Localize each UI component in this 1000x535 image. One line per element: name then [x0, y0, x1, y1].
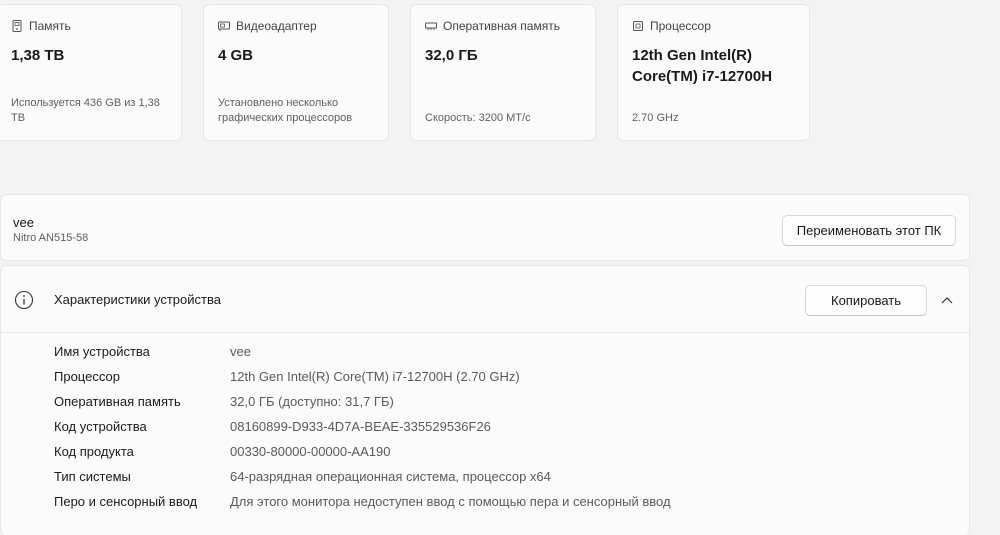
copy-button[interactable]: Копировать: [805, 285, 927, 316]
storage-card-subtext: Используется 436 GB из 1,38 TB: [11, 97, 160, 124]
spec-value: vee: [230, 344, 251, 359]
spec-key: Код устройства: [54, 419, 147, 434]
pc-name-panel: vee Nitro AN515-58 Переименовать этот ПК: [0, 194, 970, 261]
ram-card-label: Оперативная память: [443, 19, 560, 33]
spec-value: 32,0 ГБ (доступно: 31,7 ГБ): [230, 394, 394, 409]
device-specs-panel: Характеристики устройства Копировать Имя…: [0, 265, 970, 535]
cpu-card[interactable]: Процессор 12th Gen Intel(R) Core(TM) i7-…: [617, 4, 810, 141]
spec-key: Перо и сенсорный ввод: [54, 494, 198, 509]
storage-icon: [12, 20, 22, 32]
info-icon: [14, 290, 34, 310]
ram-icon: [425, 22, 437, 30]
ram-card-header: Оперативная память: [425, 19, 560, 33]
cpu-card-subtext: 2.70 GHz: [632, 112, 679, 124]
specs-title: Характеристики устройства: [54, 292, 221, 307]
spec-value: Для этого монитора недоступен ввод с пом…: [230, 494, 671, 509]
spec-key: Код продукта: [54, 444, 134, 459]
gpu-card[interactable]: Видеоадаптер 4 GB Установлено несколько …: [203, 4, 389, 141]
storage-card-header: Память: [11, 19, 71, 33]
cpu-icon: [633, 21, 643, 31]
spec-value: 00330-80000-00000-AA190: [230, 444, 391, 459]
spec-value: 12th Gen Intel(R) Core(TM) i7-12700H (2.…: [230, 369, 520, 384]
cpu-card-value: 12th Gen Intel(R) Core(TM) i7-12700H: [632, 47, 773, 85]
storage-card[interactable]: Память 1,38 TB Используется 436 GB из 1,…: [0, 4, 182, 141]
ram-card-value: 32,0 ГБ: [425, 47, 478, 64]
storage-card-value: 1,38 TB: [11, 47, 65, 64]
spec-key: Тип системы: [54, 469, 131, 484]
storage-card-label: Память: [29, 19, 71, 33]
specs-divider: [1, 332, 969, 333]
gpu-card-label: Видеоадаптер: [236, 19, 317, 33]
gpu-card-header: Видеоадаптер: [218, 19, 317, 33]
rename-pc-button[interactable]: Переименовать этот ПК: [782, 215, 956, 246]
spec-key: Оперативная память: [54, 394, 181, 409]
cpu-card-label: Процессор: [650, 19, 711, 33]
ram-card-subtext: Скорость: 3200 MT/с: [425, 112, 531, 124]
spec-key: Имя устройства: [54, 344, 150, 359]
cpu-card-header: Процессор: [632, 19, 711, 33]
pc-model: Nitro AN515-58: [13, 232, 89, 244]
spec-value: 64-разрядная операционная система, проце…: [230, 469, 551, 484]
ram-card[interactable]: Оперативная память 32,0 ГБ Скорость: 320…: [410, 4, 596, 141]
spec-value: 08160899-D933-4D7A-BEAE-335529536F26: [230, 419, 491, 434]
gpu-card-subtext: Установлено несколько графических процес…: [218, 97, 353, 124]
pc-name: vee: [13, 215, 34, 230]
spec-key: Процессор: [54, 369, 120, 384]
chevron-up-icon[interactable]: [941, 296, 953, 304]
gpu-card-value: 4 GB: [218, 47, 254, 64]
gpu-icon: [218, 21, 230, 31]
